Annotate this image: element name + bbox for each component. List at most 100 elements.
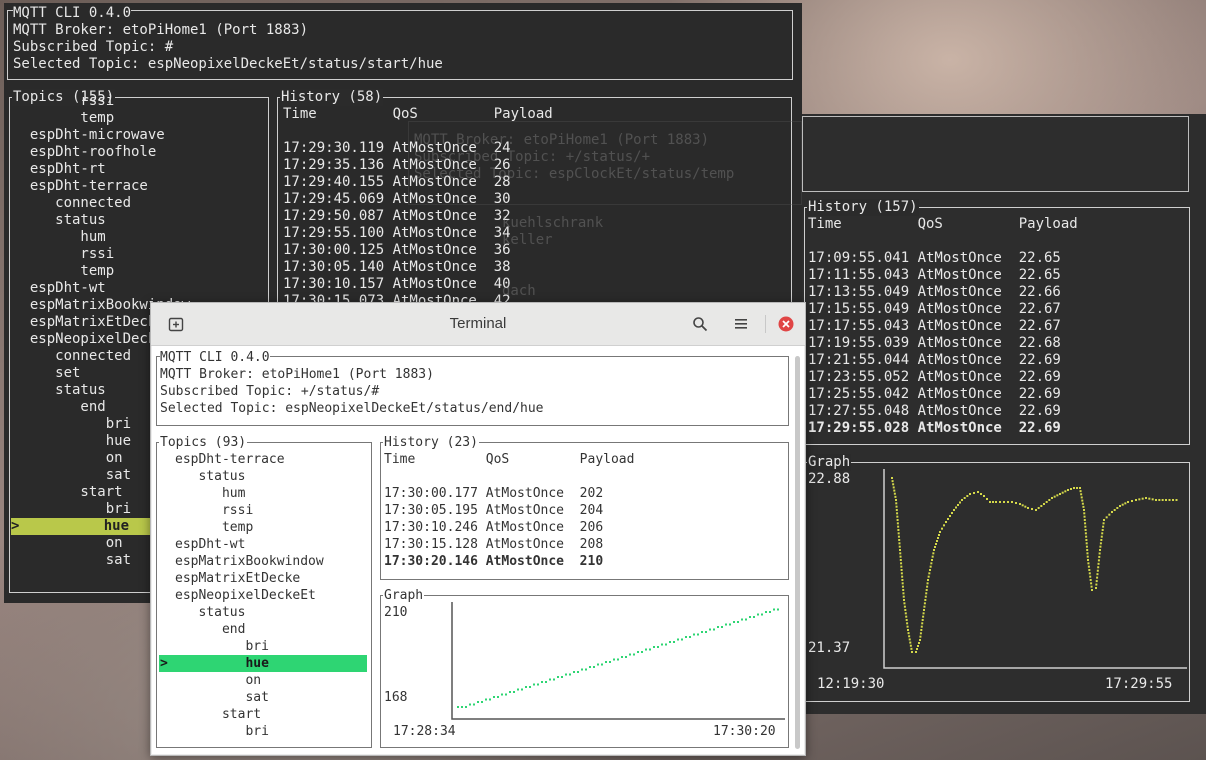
- header-box: MQTT CLI 0.4.0 MQTT Broker: etoPiHome1 (…: [7, 5, 793, 80]
- graph-point: [1085, 535, 1088, 538]
- graph-point: [895, 509, 898, 511]
- graph-point: [1056, 494, 1059, 497]
- topic-item[interactable]: on: [13, 450, 123, 467]
- graph-xstart: 12:19:30: [817, 676, 885, 692]
- topic-item[interactable]: status: [13, 212, 106, 229]
- history-row[interactable]: 17:29:50.087 AtMostOnce 32: [283, 208, 511, 225]
- history-row[interactable]: 17:09:55.041 AtMostOnce 22.65: [808, 250, 1061, 267]
- app-title: MQTT CLI 0.4.0: [160, 349, 270, 366]
- history-row[interactable]: 17:30:00.125 AtMostOnce 36: [283, 242, 511, 259]
- topic-item[interactable]: set: [13, 365, 80, 382]
- graph-point: [713, 628, 715, 631]
- topic-item[interactable]: on: [175, 672, 261, 689]
- graph-point: [1089, 579, 1092, 581]
- topic-item[interactable]: status: [175, 604, 245, 621]
- history-row[interactable]: 17:29:55.100 AtMostOnce 34: [283, 225, 511, 242]
- hamburger-menu-icon[interactable]: [731, 313, 753, 335]
- topic-item[interactable]: bri: [175, 723, 268, 740]
- history-row[interactable]: 17:30:05.195 AtMostOnce 204: [384, 502, 603, 519]
- topic-item[interactable]: start: [13, 484, 122, 501]
- history-row[interactable]: 17:23:55.052 AtMostOnce 22.69: [808, 369, 1061, 386]
- topic-item[interactable]: end: [175, 621, 246, 638]
- topic-item[interactable]: espDht-terrace: [175, 451, 285, 468]
- topic-item[interactable]: sat: [175, 689, 268, 706]
- graph-point: [1087, 565, 1090, 568]
- graph-point: [585, 668, 587, 671]
- topic-item[interactable]: temp: [175, 519, 253, 536]
- topic-item[interactable]: espDht-microwave: [13, 127, 165, 144]
- topic-item[interactable]: hue: [13, 433, 131, 450]
- history-row[interactable]: 17:25:55.042 AtMostOnce 22.69: [808, 386, 1061, 403]
- graph-point: [1098, 555, 1101, 558]
- topic-item[interactable]: rssi: [13, 93, 114, 110]
- graph-point: [983, 495, 985, 497]
- selected-topic-line: Selected Topic: espNeopixelDeckeEt/statu…: [13, 56, 443, 72]
- graph-point: [665, 643, 667, 646]
- topic-item[interactable]: espNeopixelDeckeEt: [175, 587, 316, 604]
- terminal-content[interactable]: MQTT CLI 0.4.0 MQTT Broker: etoPiHome1 (…: [152, 346, 804, 754]
- history-row[interactable]: 17:30:05.140 AtMostOnce 38: [283, 259, 511, 276]
- history-row[interactable]: 17:30:15.128 AtMostOnce 208: [384, 536, 603, 553]
- topic-item[interactable]: espDht-roofhole: [13, 144, 156, 161]
- right-terminal: History (157) Time QoS Payload 17:09:55.…: [802, 114, 1206, 714]
- scrollbar[interactable]: [795, 356, 800, 749]
- history-row[interactable]: 17:30:10.157 AtMostOnce 40: [283, 276, 511, 293]
- history-row[interactable]: 17:15:55.049 AtMostOnce 22.67: [808, 301, 1061, 318]
- history-row[interactable]: 17:19:55.039 AtMostOnce 22.68: [808, 335, 1061, 352]
- close-icon[interactable]: [775, 313, 797, 335]
- topic-item[interactable]: status: [175, 468, 245, 485]
- graph-point: [899, 555, 902, 558]
- topic-item[interactable]: espMatrixEtDecke: [175, 570, 300, 587]
- topic-item[interactable]: espDht-wt: [13, 280, 106, 297]
- graph-point: [902, 595, 905, 598]
- topic-item-selected[interactable]: > hue: [159, 655, 367, 672]
- graph-point: [1083, 512, 1086, 515]
- history-row[interactable]: 17:27:55.048 AtMostOnce 22.69: [808, 403, 1061, 420]
- history-last-row[interactable]: 17:30:20.146 AtMostOnce 210: [384, 553, 603, 570]
- topic-item[interactable]: espMatrixEtDecke: [13, 314, 165, 331]
- topics-panel: Topics (93) espDht-terrace status hum rs…: [156, 434, 372, 748]
- graph-point: [741, 618, 743, 621]
- graph-point: [1141, 497, 1144, 500]
- graph-point: [1085, 545, 1088, 548]
- topic-item[interactable]: rssi: [13, 246, 114, 263]
- graph-point: [911, 651, 913, 653]
- graph-point: [931, 559, 933, 561]
- topic-item[interactable]: on: [13, 535, 123, 552]
- graph-point: [927, 579, 929, 581]
- topic-item[interactable]: end: [13, 399, 105, 416]
- topic-item[interactable]: espMatrixBookwindow: [175, 553, 324, 570]
- topic-item[interactable]: bri: [175, 638, 268, 655]
- topic-item[interactable]: sat: [13, 552, 131, 569]
- topic-item[interactable]: sat: [13, 467, 131, 484]
- topic-item[interactable]: connected: [13, 348, 131, 365]
- topic-item[interactable]: hum: [13, 229, 105, 246]
- history-row[interactable]: 17:30:10.246 AtMostOnce 206: [384, 519, 603, 536]
- topic-item[interactable]: espDht-terrace: [13, 178, 148, 195]
- history-row[interactable]: 17:11:55.043 AtMostOnce 22.65: [808, 267, 1061, 284]
- topic-item[interactable]: hum: [175, 485, 246, 502]
- history-row[interactable]: 17:21:55.044 AtMostOnce 22.69: [808, 352, 1061, 369]
- topic-item[interactable]: connected: [13, 195, 131, 212]
- topic-item[interactable]: rssi: [175, 502, 253, 519]
- history-row[interactable]: 17:30:00.177 AtMostOnce 202: [384, 485, 603, 502]
- topic-item[interactable]: espDht-rt: [13, 161, 106, 178]
- topic-item[interactable]: bri: [13, 501, 131, 518]
- topic-item[interactable]: temp: [13, 110, 114, 127]
- history-last-row[interactable]: 17:29:55.028 AtMostOnce 22.69: [808, 420, 1061, 437]
- graph-point: [1099, 545, 1102, 548]
- topic-item[interactable]: bri: [13, 416, 131, 433]
- history-row[interactable]: 17:13:55.049 AtMostOnce 22.66: [808, 284, 1061, 301]
- history-row[interactable]: 17:17:55.043 AtMostOnce 22.67: [808, 318, 1061, 335]
- topic-item[interactable]: start: [175, 706, 261, 723]
- title-bar[interactable]: Terminal: [151, 303, 805, 346]
- graph-point: [896, 522, 899, 525]
- graph-point: [717, 626, 719, 628]
- topic-item[interactable]: espDht-wt: [175, 536, 245, 553]
- graph-point: [477, 701, 479, 703]
- selected-topic-line: Selected Topic: espNeopixelDeckeEt/statu…: [160, 401, 544, 416]
- graph-point: [1121, 503, 1124, 506]
- topic-item[interactable]: temp: [13, 263, 114, 280]
- search-icon[interactable]: [689, 313, 711, 335]
- topic-item[interactable]: status: [13, 382, 106, 399]
